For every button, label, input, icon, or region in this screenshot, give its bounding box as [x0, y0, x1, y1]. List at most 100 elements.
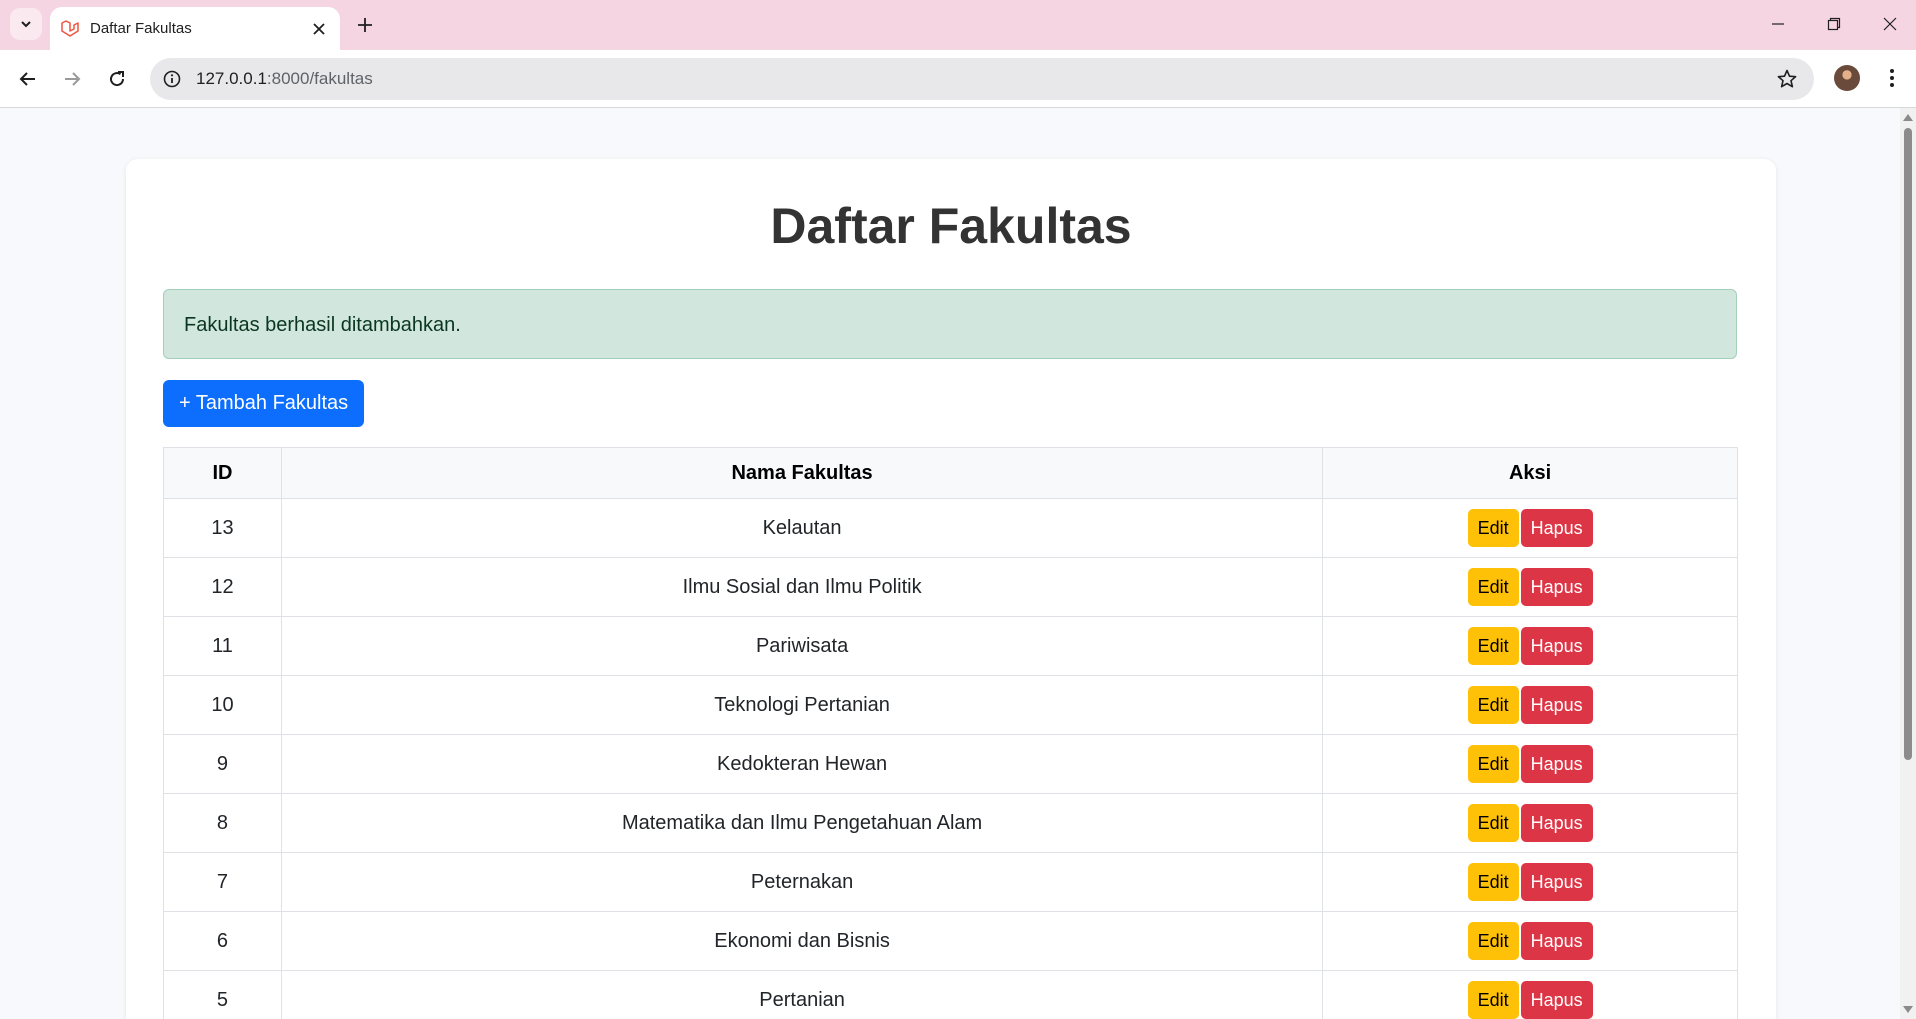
cell-id: 11 — [163, 616, 282, 676]
window-close-icon — [1883, 17, 1897, 31]
table-row: 10 Teknologi Pertanian Edit Hapus — [163, 675, 1738, 735]
scroll-down-arrow-icon[interactable] — [1903, 1006, 1913, 1013]
back-icon — [19, 72, 35, 86]
cell-id: 12 — [163, 557, 282, 617]
cell-actions: Edit Hapus — [1322, 970, 1738, 1019]
cell-actions: Edit Hapus — [1322, 498, 1738, 558]
table-row: 9 Kedokteran Hewan Edit Hapus — [163, 734, 1738, 794]
cell-name: Kedokteran Hewan — [280, 734, 1324, 794]
browser-toolbar: 127.0.0.1:8000/fakultas — [0, 50, 1916, 108]
alert-message: Fakultas berhasil ditambahkan. — [184, 314, 461, 336]
delete-button[interactable]: Hapus — [1520, 922, 1593, 960]
content-card: Daftar Fakultas Fakultas berhasil ditamb… — [126, 159, 1776, 1019]
header-nama-fakultas: Nama Fakultas — [280, 447, 1324, 499]
browser-tabstrip: Daftar Fakultas — [0, 0, 1916, 50]
table-row: 11 Pariwisata Edit Hapus — [163, 616, 1738, 676]
fakultas-table: ID Nama Fakultas Aksi 13 Kelautan Edit Ha… — [163, 447, 1738, 1019]
page-scrollbar[interactable] — [1900, 108, 1916, 1019]
header-id: ID — [163, 447, 282, 499]
site-info-icon[interactable] — [162, 69, 182, 89]
kebab-menu-button[interactable] — [1880, 64, 1904, 92]
edit-button[interactable]: Edit — [1467, 686, 1519, 724]
cell-name: Ekonomi dan Bisnis — [280, 911, 1324, 971]
chevron-down-icon — [21, 21, 31, 28]
success-alert: Fakultas berhasil ditambahkan. — [163, 289, 1737, 359]
page-viewport: Daftar Fakultas Fakultas berhasil ditamb… — [0, 108, 1900, 1019]
cell-actions: Edit Hapus — [1322, 852, 1738, 912]
new-tab-button[interactable] — [352, 12, 378, 38]
delete-button[interactable]: Hapus — [1520, 627, 1593, 665]
cell-name: Pariwisata — [280, 616, 1324, 676]
edit-button[interactable]: Edit — [1467, 922, 1519, 960]
table-row: 13 Kelautan Edit Hapus — [163, 498, 1738, 558]
cell-actions: Edit Hapus — [1322, 616, 1738, 676]
minimize-icon — [1772, 23, 1784, 25]
cell-id: 6 — [163, 911, 282, 971]
tab-search-button[interactable] — [10, 8, 42, 40]
delete-button[interactable]: Hapus — [1520, 745, 1593, 783]
url-host: 127.0.0.1 — [196, 69, 267, 88]
plus-icon — [358, 18, 372, 32]
edit-button[interactable]: Edit — [1467, 568, 1519, 606]
delete-button[interactable]: Hapus — [1520, 686, 1593, 724]
delete-button[interactable]: Hapus — [1520, 568, 1593, 606]
minimize-button[interactable] — [1758, 8, 1798, 40]
address-bar[interactable]: 127.0.0.1:8000/fakultas — [150, 58, 1814, 100]
edit-button[interactable]: Edit — [1467, 509, 1519, 547]
edit-button[interactable]: Edit — [1467, 981, 1519, 1019]
tab-close-button[interactable] — [308, 18, 330, 40]
restore-button[interactable] — [1814, 8, 1854, 40]
delete-button[interactable]: Hapus — [1520, 804, 1593, 842]
cell-actions: Edit Hapus — [1322, 734, 1738, 794]
cell-id: 10 — [163, 675, 282, 735]
back-button[interactable] — [12, 63, 44, 95]
profile-avatar[interactable] — [1834, 65, 1860, 91]
table-row: 7 Peternakan Edit Hapus — [163, 852, 1738, 912]
cell-name: Teknologi Pertanian — [280, 675, 1324, 735]
browser-tab[interactable]: Daftar Fakultas — [50, 7, 340, 50]
delete-button[interactable]: Hapus — [1520, 981, 1593, 1019]
cell-name: Peternakan — [280, 852, 1324, 912]
delete-button[interactable]: Hapus — [1520, 863, 1593, 901]
cell-actions: Edit Hapus — [1322, 793, 1738, 853]
cell-name: Matematika dan Ilmu Pengetahuan Alam — [280, 793, 1324, 853]
cell-id: 9 — [163, 734, 282, 794]
cell-name: Ilmu Sosial dan Ilmu Politik — [280, 557, 1324, 617]
cell-actions: Edit Hapus — [1322, 557, 1738, 617]
cell-id: 13 — [163, 498, 282, 558]
header-aksi: Aksi — [1322, 447, 1738, 499]
table-row: 6 Ekonomi dan Bisnis Edit Hapus — [163, 911, 1738, 971]
edit-button[interactable]: Edit — [1467, 627, 1519, 665]
table-row: 5 Pertanian Edit Hapus — [163, 970, 1738, 1019]
add-fakultas-button[interactable]: + Tambah Fakultas — [163, 380, 365, 427]
edit-button[interactable]: Edit — [1467, 863, 1519, 901]
cell-id: 8 — [163, 793, 282, 853]
scrollbar-thumb[interactable] — [1904, 128, 1912, 760]
cell-name: Pertanian — [280, 970, 1324, 1019]
tab-title: Daftar Fakultas — [90, 20, 192, 37]
table-row: 8 Matematika dan Ilmu Pengetahuan Alam E… — [163, 793, 1738, 853]
edit-button[interactable]: Edit — [1467, 804, 1519, 842]
close-icon — [313, 23, 325, 35]
cell-actions: Edit Hapus — [1322, 911, 1738, 971]
cell-name: Kelautan — [280, 498, 1324, 558]
delete-button[interactable]: Hapus — [1520, 509, 1593, 547]
window-close-button[interactable] — [1870, 8, 1910, 40]
scroll-up-arrow-icon[interactable] — [1903, 114, 1913, 121]
cell-id: 7 — [163, 852, 282, 912]
cell-actions: Edit Hapus — [1322, 675, 1738, 735]
bookmark-star-icon[interactable] — [1776, 68, 1798, 90]
url-path: :8000/fakultas — [266, 69, 373, 88]
page-title: Daftar Fakultas — [770, 198, 1132, 254]
table-header-row: ID Nama Fakultas Aksi — [163, 447, 1738, 499]
url-text[interactable]: 127.0.0.1:8000/fakultas — [196, 69, 373, 89]
cell-id: 5 — [163, 970, 282, 1019]
forward-icon — [65, 72, 81, 86]
edit-button[interactable]: Edit — [1467, 745, 1519, 783]
reload-button[interactable] — [101, 63, 133, 95]
reload-icon — [110, 71, 125, 87]
kebab-menu-icon — [1890, 69, 1894, 87]
laravel-favicon-icon — [61, 20, 79, 37]
table-row: 12 Ilmu Sosial dan Ilmu Politik Edit Hapu… — [163, 557, 1738, 617]
forward-button[interactable] — [56, 63, 88, 95]
